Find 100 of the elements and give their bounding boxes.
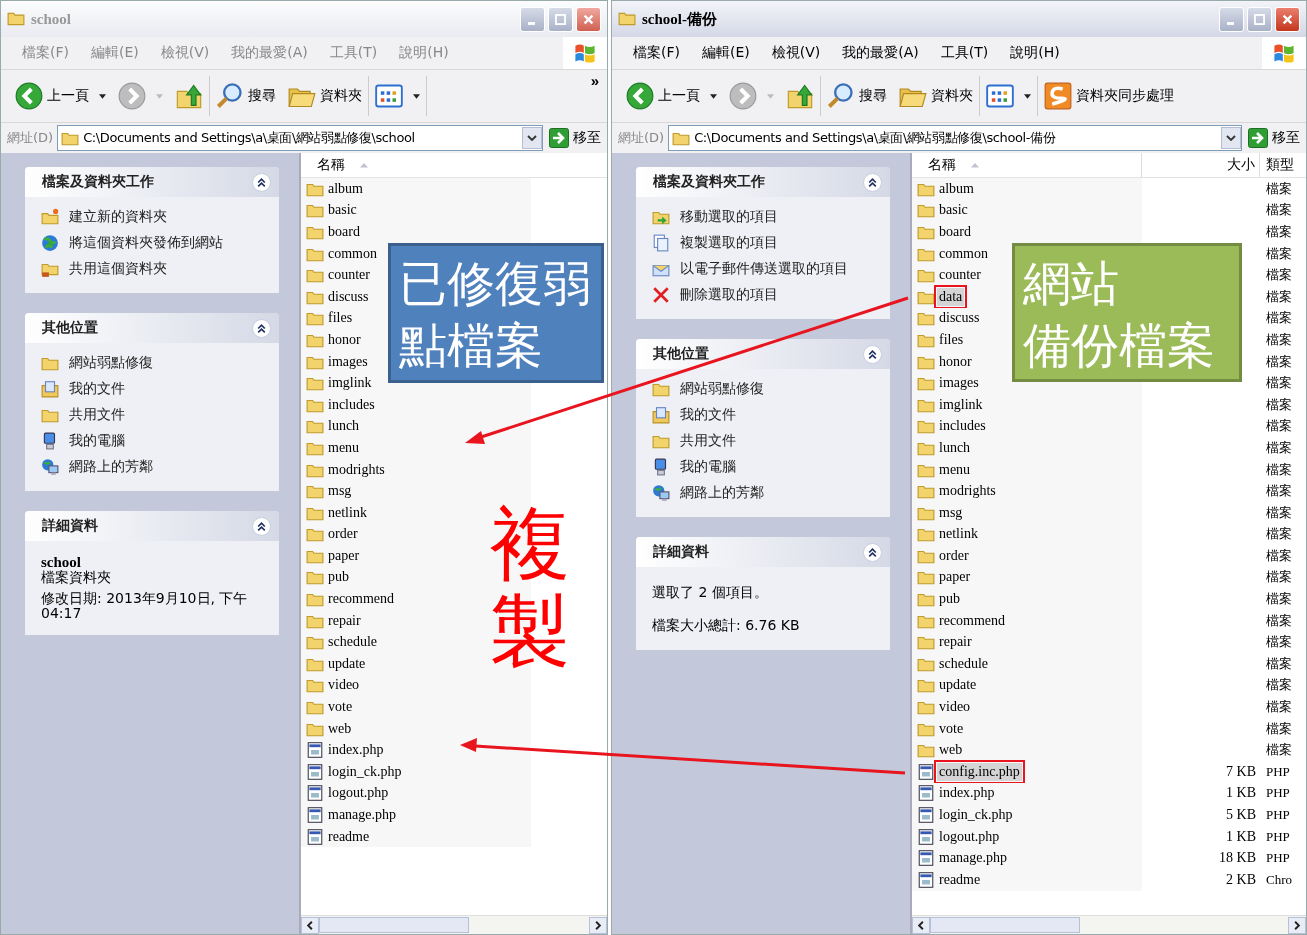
- column-header[interactable]: 大小: [1142, 153, 1260, 177]
- file-name[interactable]: files: [326, 309, 355, 328]
- column-header[interactable]: 類型: [1260, 153, 1300, 177]
- file-name[interactable]: album: [937, 179, 976, 198]
- file-name[interactable]: board: [937, 223, 973, 241]
- file-name[interactable]: lunch: [326, 417, 362, 436]
- minimize-button[interactable]: [520, 6, 545, 32]
- task-link[interactable]: 共用這個資料夾: [41, 259, 269, 279]
- dropdown-button[interactable]: [1221, 127, 1241, 149]
- collapse-button[interactable]: [252, 172, 271, 192]
- task-link[interactable]: 將這個資料夾發佈到網站: [41, 233, 269, 253]
- file-name[interactable]: common: [937, 244, 990, 263]
- close-button[interactable]: [576, 6, 601, 32]
- column-header[interactable]: 名稱: [912, 153, 1142, 177]
- file-name[interactable]: common: [326, 244, 379, 263]
- sync-button[interactable]: 資料夾同步處理: [1038, 76, 1180, 116]
- task-link[interactable]: 網路上的芳鄰: [41, 457, 269, 477]
- file-name[interactable]: web: [937, 741, 965, 760]
- file-name[interactable]: video: [326, 676, 362, 695]
- file-name[interactable]: readme: [326, 827, 372, 846]
- menubar-command[interactable]: 我的最愛(A): [842, 44, 919, 62]
- close-button[interactable]: [1275, 6, 1300, 32]
- file-name[interactable]: discuss: [937, 309, 982, 328]
- collapse-button[interactable]: [863, 344, 882, 364]
- file-name[interactable]: pub: [937, 590, 962, 609]
- folders-button[interactable]: 資料夾: [282, 76, 369, 116]
- file-name[interactable]: schedule: [326, 633, 379, 652]
- column-header[interactable]: 名稱: [301, 153, 531, 177]
- file-name[interactable]: board: [326, 223, 362, 241]
- maximize-button[interactable]: [548, 6, 573, 32]
- task-link[interactable]: 我的文件: [41, 379, 269, 399]
- task-link[interactable]: 建立新的資料夾: [41, 207, 269, 227]
- task-link[interactable]: 複製選取的項目: [652, 233, 880, 253]
- file-name[interactable]: pub: [326, 568, 351, 587]
- file-name[interactable]: repair: [326, 611, 363, 630]
- file-name[interactable]: repair: [937, 633, 974, 652]
- file-name[interactable]: images: [937, 374, 981, 393]
- file-name[interactable]: web: [326, 719, 354, 738]
- file-name[interactable]: netlink: [326, 503, 369, 522]
- collapse-button[interactable]: [252, 516, 271, 536]
- task-link[interactable]: 我的電腦: [652, 457, 880, 477]
- search-button[interactable]: 搜尋: [821, 76, 893, 116]
- file-name[interactable]: lunch: [937, 438, 973, 457]
- go-button[interactable]: 移至: [547, 128, 603, 148]
- task-link[interactable]: 以電子郵件傳送選取的項目: [652, 259, 880, 279]
- dropdown-button[interactable]: [522, 127, 542, 149]
- file-name[interactable]: vote: [937, 719, 966, 738]
- scroll-thumb[interactable]: [930, 917, 1080, 933]
- file-name[interactable]: discuss: [326, 287, 371, 306]
- file-name[interactable]: update: [326, 654, 368, 673]
- file-name[interactable]: images: [326, 352, 370, 371]
- file-name[interactable]: paper: [937, 568, 973, 587]
- task-link[interactable]: 共用文件: [652, 431, 880, 451]
- collapse-button[interactable]: [252, 318, 271, 338]
- file-name[interactable]: basic: [326, 201, 359, 220]
- file-name[interactable]: config.inc.php: [937, 762, 1022, 781]
- file-name[interactable]: basic: [937, 201, 970, 220]
- file-name[interactable]: imglink: [326, 374, 374, 393]
- file-name[interactable]: schedule: [937, 654, 990, 673]
- file-name[interactable]: update: [937, 676, 979, 695]
- horizontal-scrollbar[interactable]: [301, 915, 607, 934]
- file-name[interactable]: msg: [326, 482, 354, 501]
- back-button[interactable]: 上一頁: [620, 76, 723, 116]
- file-name[interactable]: honor: [326, 330, 363, 349]
- menubar-command[interactable]: 檔案(F): [633, 44, 680, 62]
- menubar-command[interactable]: 說明(H): [1010, 44, 1060, 62]
- task-link[interactable]: 共用文件: [41, 405, 269, 425]
- back-button[interactable]: 上一頁: [9, 76, 112, 116]
- file-name[interactable]: video: [937, 698, 973, 717]
- collapse-button[interactable]: [863, 172, 882, 192]
- file-name[interactable]: counter: [937, 266, 983, 285]
- file-name[interactable]: counter: [326, 266, 372, 285]
- task-link[interactable]: 我的電腦: [41, 431, 269, 451]
- task-link[interactable]: 網站弱點修復: [652, 379, 880, 399]
- go-button[interactable]: 移至: [1246, 128, 1302, 148]
- file-name[interactable]: data: [937, 287, 965, 306]
- folders-button[interactable]: 資料夾: [893, 76, 980, 116]
- file-name[interactable]: honor: [937, 352, 974, 371]
- task-link[interactable]: 刪除選取的項目: [652, 285, 880, 305]
- scroll-thumb[interactable]: [319, 917, 469, 933]
- task-link[interactable]: 移動選取的項目: [652, 207, 880, 227]
- minimize-button[interactable]: [1219, 6, 1244, 32]
- address-field[interactable]: C:\Documents and Settings\a\桌面\網站弱點修復\school-備份: [668, 125, 1242, 151]
- file-name[interactable]: netlink: [937, 525, 980, 544]
- address-field[interactable]: C:\Documents and Settings\a\桌面\網站弱點修復\school: [57, 125, 543, 151]
- menubar-command[interactable]: 工具(T): [940, 44, 989, 62]
- file-name[interactable]: order: [326, 525, 360, 544]
- horizontal-scrollbar[interactable]: [912, 915, 1306, 934]
- file-name[interactable]: vote: [326, 698, 355, 717]
- file-name[interactable]: menu: [937, 460, 973, 479]
- file-name[interactable]: order: [937, 546, 971, 565]
- file-name[interactable]: files: [937, 330, 966, 349]
- file-name[interactable]: readme: [937, 870, 983, 889]
- file-name[interactable]: album: [326, 179, 365, 198]
- file-name[interactable]: includes: [326, 395, 377, 414]
- menubar-command[interactable]: 檢視(V): [771, 44, 821, 62]
- file-name[interactable]: msg: [937, 503, 965, 522]
- file-name[interactable]: menu: [326, 438, 362, 457]
- menubar-command[interactable]: 編輯(E): [702, 44, 750, 62]
- task-link[interactable]: 網站弱點修復: [41, 353, 269, 373]
